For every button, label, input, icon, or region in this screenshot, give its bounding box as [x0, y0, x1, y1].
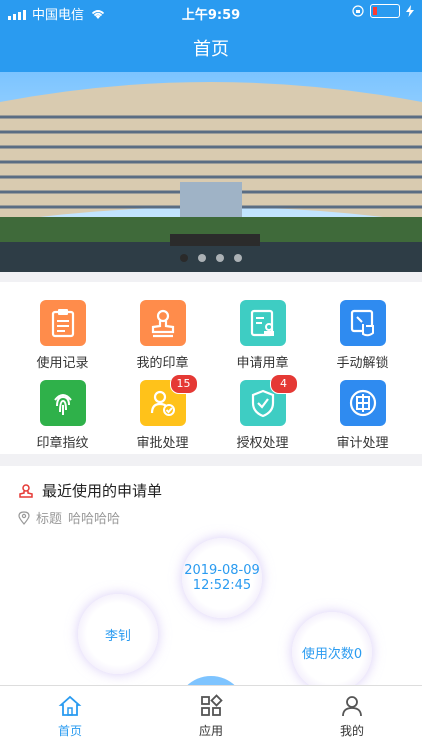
- bubble-date: 2019-08-09: [184, 563, 260, 578]
- tab-label: 我的: [339, 724, 364, 738]
- battery-icon: [370, 4, 400, 18]
- tab-bar: 首页 应用 我的: [0, 685, 422, 750]
- carousel-dot[interactable]: [198, 254, 206, 262]
- document-form-icon: [239, 300, 286, 346]
- count-bubble: 使用次数0: [292, 612, 372, 686]
- grid-item-label: 审批处理: [136, 436, 189, 451]
- stamp-outline-icon: [19, 483, 33, 498]
- grid-item-stamp-fingerprint[interactable]: 印章指纹: [10, 372, 115, 452]
- apps-icon: [201, 694, 223, 716]
- bubble-name: 李钊: [104, 628, 131, 644]
- orientation-lock-icon: [352, 5, 364, 17]
- date-bubble: 2019-08-09 12:52:45: [182, 538, 262, 618]
- user-check-icon: 15: [139, 374, 198, 426]
- grid-item-authorization[interactable]: 4 授权处理: [210, 372, 315, 452]
- grid-item-approval[interactable]: 15 审批处理: [110, 372, 215, 452]
- grid-item-manual-unlock[interactable]: 手动解锁: [310, 292, 415, 372]
- tab-apps[interactable]: 应用: [141, 686, 281, 750]
- status-bar: 中国电信 上午9:59: [0, 0, 422, 24]
- tab-label: 应用: [198, 724, 223, 738]
- grid-item-apply-stamp[interactable]: 申请用章: [210, 292, 315, 372]
- function-grid: 使用记录 我的印章 申请用章 手动解锁 印章指纹 15 审批处理 4 授权处理 …: [0, 282, 422, 454]
- subtitle-value: 哈哈哈哈: [68, 512, 121, 527]
- tab-label: 首页: [57, 724, 82, 738]
- building-photo: [0, 72, 422, 272]
- carousel-dot[interactable]: [234, 254, 242, 262]
- name-bubble: 李钊: [78, 594, 158, 674]
- nav-bar: 首页: [0, 24, 422, 72]
- recent-title-text: 最近使用的申请单: [42, 482, 163, 500]
- grid-item-label: 授权处理: [236, 436, 289, 451]
- grid-item-label: 印章指纹: [36, 436, 89, 451]
- grid-item-label: 使用记录: [36, 356, 89, 371]
- clipboard-icon: [39, 300, 86, 346]
- recent-subtitle: 标题 哈哈哈哈: [18, 508, 120, 527]
- grid-item-label: 我的印章: [136, 356, 189, 371]
- bubble-count: 使用次数0: [301, 646, 363, 662]
- tab-home[interactable]: 首页: [0, 686, 140, 750]
- user-icon: [342, 696, 362, 717]
- bubble-time: 12:52:45: [192, 578, 252, 593]
- carousel-dot[interactable]: [180, 254, 188, 262]
- tab-mine[interactable]: 我的: [282, 686, 422, 750]
- shield-check-icon: 4: [239, 374, 298, 426]
- grid-item-my-stamp[interactable]: 我的印章: [110, 292, 215, 372]
- stamp-icon: [139, 300, 186, 346]
- page-title: 首页: [193, 39, 229, 60]
- location-pin-icon: [18, 510, 30, 525]
- audit-seal-icon: [339, 380, 386, 426]
- home-icon: [58, 695, 82, 716]
- carousel-indicator: [0, 254, 422, 262]
- authorization-badge: 4: [269, 374, 298, 394]
- banner-carousel[interactable]: [0, 72, 422, 272]
- grid-item-usage-record[interactable]: 使用记录: [10, 292, 115, 372]
- fingerprint-icon: [39, 380, 86, 426]
- recent-section: 最近使用的申请单 标题 哈哈哈哈 2019-08-09 12:52:45 李钊 …: [0, 466, 422, 686]
- charging-icon: [406, 5, 414, 17]
- hand-unlock-icon: [339, 300, 386, 346]
- grid-item-audit[interactable]: 审计处理: [310, 372, 415, 452]
- grid-item-label: 审计处理: [336, 436, 389, 451]
- subtitle-label: 标题: [36, 512, 63, 527]
- recent-title: 最近使用的申请单: [18, 480, 162, 501]
- approval-badge: 15: [169, 374, 198, 394]
- grid-item-label: 申请用章: [236, 356, 289, 371]
- grid-item-label: 手动解锁: [336, 356, 389, 371]
- carousel-dot[interactable]: [216, 254, 224, 262]
